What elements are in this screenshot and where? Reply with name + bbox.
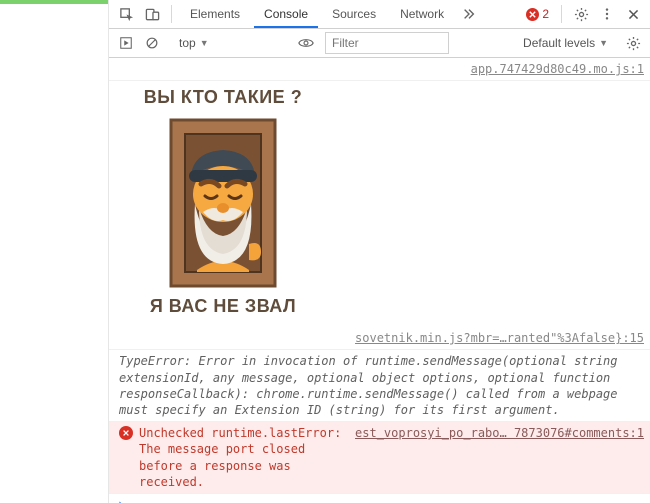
console-toolbar: top ▼ Default levels ▼ [109, 29, 650, 58]
log-message: Unchecked runtime.lastError: The message… [139, 425, 343, 490]
log-source-row: app.747429d80c49.mo.js:1 [109, 58, 650, 81]
tab-elements[interactable]: Elements [180, 0, 250, 28]
clear-icon[interactable] [141, 32, 163, 54]
accent-bar [0, 0, 108, 4]
gear-icon[interactable] [622, 32, 644, 54]
source-link[interactable]: est_voprosyi_po_rabo… 7873076#comments:1 [343, 425, 644, 441]
filter-input[interactable] [325, 32, 449, 54]
tab-sources[interactable]: Sources [322, 0, 386, 28]
log-message: TypeError: Error in invocation of runtim… [119, 353, 644, 418]
error-icon [119, 426, 133, 440]
error-icon [526, 8, 539, 21]
error-count: 2 [542, 7, 549, 21]
prompt-caret-icon: › [117, 497, 124, 503]
chevrons-right-icon[interactable] [458, 3, 480, 25]
console-image-row: ВЫ КТО ТАКИЕ ? [109, 81, 650, 327]
log-row-error: Unchecked runtime.lastError: The message… [109, 422, 650, 494]
levels-label: Default levels [523, 36, 595, 50]
close-icon[interactable] [622, 3, 644, 25]
sticker-caption-top: ВЫ КТО ТАКИЕ ? [133, 87, 313, 108]
inspect-icon[interactable] [115, 3, 137, 25]
device-icon[interactable] [141, 3, 163, 25]
play-icon[interactable] [115, 32, 137, 54]
console-output[interactable]: app.747429d80c49.mo.js:1 ВЫ КТО ТАКИЕ ? [109, 58, 650, 503]
console-prompt[interactable]: › [109, 494, 650, 503]
chevron-down-icon: ▼ [200, 33, 209, 53]
gear-icon[interactable] [570, 3, 592, 25]
log-source-row: sovetnik.min.js?mbr=…ranted"%3Afalse}:15 [109, 327, 650, 350]
source-link[interactable]: sovetnik.min.js?mbr=…ranted"%3Afalse}:15 [343, 330, 644, 346]
eye-icon[interactable] [295, 32, 317, 54]
separator [561, 5, 562, 23]
devtools-tabbar: Elements Console Sources Network 2 [109, 0, 650, 29]
context-selector[interactable]: top ▼ [171, 33, 287, 53]
kebab-icon[interactable] [596, 3, 618, 25]
source-link[interactable]: app.747429d80c49.mo.js:1 [459, 61, 644, 77]
chevron-down-icon: ▼ [599, 38, 608, 48]
log-levels-selector[interactable]: Default levels ▼ [517, 36, 614, 50]
log-row-info: TypeError: Error in invocation of runtim… [109, 350, 650, 422]
sticker-image: ВЫ КТО ТАКИЕ ? [133, 87, 313, 317]
tab-network[interactable]: Network [390, 0, 454, 28]
sticker-caption-bottom: Я ВАС НЕ ЗВАЛ [133, 296, 313, 317]
error-count-badge[interactable]: 2 [522, 7, 553, 21]
context-value: top [179, 33, 196, 53]
tab-console[interactable]: Console [254, 0, 318, 28]
page-gutter [0, 0, 109, 503]
devtools-panel: Elements Console Sources Network 2 [109, 0, 650, 503]
separator [171, 5, 172, 23]
old-man-sticker-svg [153, 112, 293, 292]
